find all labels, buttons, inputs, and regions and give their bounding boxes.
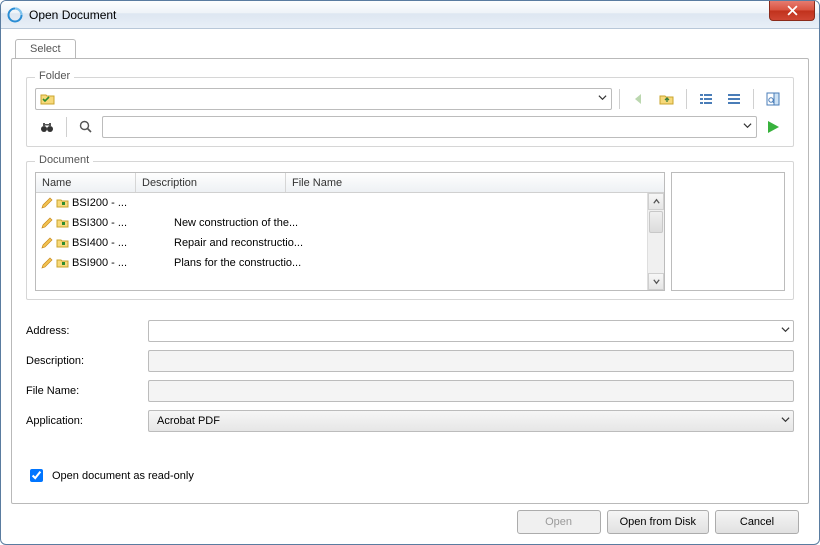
application-label: Application: (26, 415, 136, 427)
cell-name: BSI900 - ... (72, 257, 168, 269)
description-input (148, 350, 794, 372)
folder-toolbar-row (35, 88, 785, 110)
magnifier-icon (78, 119, 94, 135)
document-legend: Document (35, 154, 93, 166)
table-body: BSI200 - ... BSI300 - ... New constructi… (36, 193, 664, 290)
scroll-up-button[interactable] (648, 193, 664, 210)
view-details-button[interactable] (722, 88, 746, 110)
table-row[interactable]: BSI200 - ... (36, 193, 664, 213)
chevron-up-icon (652, 197, 661, 206)
search-toolbar-row (35, 116, 785, 138)
address-dropdown[interactable] (781, 325, 790, 337)
window-title: Open Document (29, 8, 116, 22)
up-folder-button[interactable] (655, 88, 679, 110)
open-document-dialog: Open Document Select Folder (0, 0, 820, 545)
cell-description: Plans for the constructio... (170, 257, 320, 269)
column-header-filename[interactable]: File Name (286, 173, 664, 192)
readonly-label: Open document as read-only (52, 470, 194, 482)
arrow-left-icon (631, 91, 647, 107)
readonly-checkbox[interactable] (30, 469, 43, 482)
table-row[interactable]: BSI400 - ... Repair and reconstructio... (36, 233, 664, 253)
open-from-disk-button[interactable]: Open from Disk (607, 510, 709, 534)
client-area: Select Folder (1, 29, 819, 544)
cancel-button[interactable]: Cancel (715, 510, 799, 534)
find-button[interactable] (35, 116, 59, 138)
folder-path-combo[interactable] (35, 88, 612, 110)
form-grid: Address: Description: File Name: Applica… (26, 320, 794, 432)
table-header: Name Description File Name (36, 173, 664, 193)
pencil-icon (40, 256, 54, 270)
titlebar: Open Document (1, 1, 819, 29)
open-button: Open (517, 510, 601, 534)
dialog-buttons: Open Open from Disk Cancel (11, 504, 809, 538)
close-button[interactable] (769, 1, 815, 21)
folder-item-icon (56, 216, 70, 230)
cell-name: BSI200 - ... (72, 197, 168, 209)
back-button (627, 88, 651, 110)
close-icon (787, 5, 798, 16)
search-combo[interactable] (102, 116, 757, 138)
search-combo-dropdown[interactable] (743, 121, 752, 133)
tab-panel: Folder (11, 58, 809, 504)
scroll-down-button[interactable] (648, 273, 664, 290)
folder-item-icon (56, 196, 70, 210)
folder-check-icon (40, 91, 56, 107)
folder-item-icon (56, 236, 70, 250)
preview-icon (765, 91, 781, 107)
table-row[interactable]: BSI900 - ... Plans for the constructio..… (36, 253, 664, 273)
cell-description: Repair and reconstructio... (170, 237, 320, 249)
folder-up-icon (659, 91, 675, 107)
folder-group: Folder (26, 77, 794, 147)
play-icon (765, 119, 781, 135)
pencil-icon (40, 216, 54, 230)
description-label: Description: (26, 355, 136, 367)
column-header-description[interactable]: Description (136, 173, 286, 192)
pencil-icon (40, 236, 54, 250)
tab-select[interactable]: Select (15, 39, 76, 59)
address-input[interactable] (148, 320, 794, 342)
folder-legend: Folder (35, 70, 74, 82)
table-scrollbar[interactable] (647, 193, 664, 290)
preview-toggle-button[interactable] (761, 88, 785, 110)
folder-item-icon (56, 256, 70, 270)
application-value: Acrobat PDF (157, 415, 220, 427)
scroll-thumb[interactable] (649, 211, 663, 233)
application-select[interactable]: Acrobat PDF (148, 410, 794, 432)
document-group: Document Name Description File Name (26, 161, 794, 300)
binoculars-icon (39, 119, 55, 135)
column-header-name[interactable]: Name (36, 173, 136, 192)
cell-description: New construction of the... (170, 217, 320, 229)
application-dropdown[interactable] (781, 415, 790, 427)
address-label: Address: (26, 325, 136, 337)
go-button[interactable] (761, 116, 785, 138)
chevron-down-icon (652, 277, 661, 286)
tabstrip: Select (11, 39, 809, 59)
search-options-button[interactable] (74, 116, 98, 138)
cell-name: BSI300 - ... (72, 217, 168, 229)
file-name-label: File Name: (26, 385, 136, 397)
details-view-icon (726, 91, 742, 107)
app-icon (7, 7, 23, 23)
folder-combo-dropdown[interactable] (598, 93, 607, 105)
readonly-row: Open document as read-only (26, 466, 794, 485)
file-name-input (148, 380, 794, 402)
view-list-button[interactable] (694, 88, 718, 110)
document-table[interactable]: Name Description File Name BSI200 - ... (35, 172, 665, 291)
preview-pane (671, 172, 785, 291)
pencil-icon (40, 196, 54, 210)
table-row[interactable]: BSI300 - ... New construction of the... (36, 213, 664, 233)
list-view-icon (698, 91, 714, 107)
cell-name: BSI400 - ... (72, 237, 168, 249)
